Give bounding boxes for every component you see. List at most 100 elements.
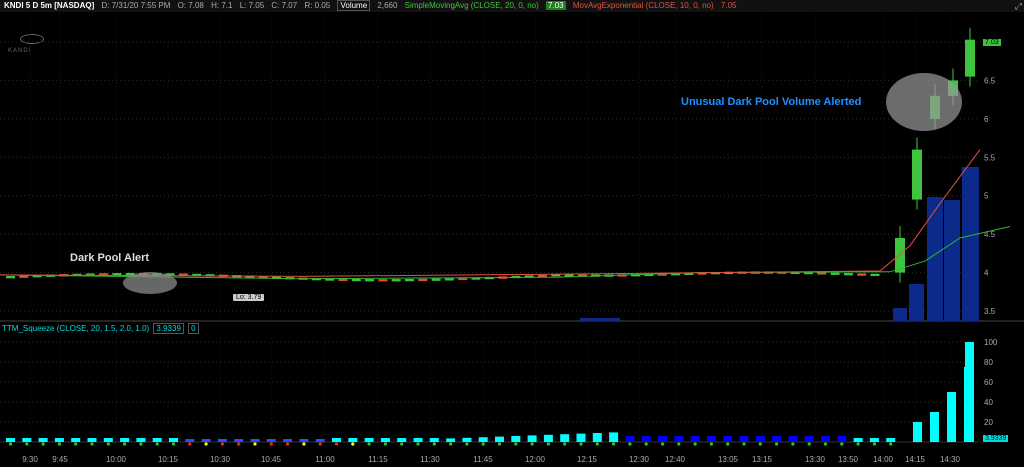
volume-bar xyxy=(909,284,924,321)
candle-down xyxy=(418,278,428,282)
maximize-icon[interactable]: ⤢ xyxy=(1015,0,1022,12)
squeeze-dot xyxy=(449,442,453,446)
squeeze-bar xyxy=(429,438,439,442)
squeeze-bar xyxy=(853,438,863,442)
time-axis-label: 13:15 xyxy=(751,455,773,464)
squeeze-bar xyxy=(543,434,553,442)
candle-up xyxy=(6,276,15,279)
candle-up xyxy=(870,273,880,277)
squeeze-dot xyxy=(889,442,893,446)
squeeze-axis-label: 20 xyxy=(984,418,993,427)
price-chart[interactable]: 76.565.554.543.5 xyxy=(0,12,1024,322)
volume-value: 2,660 xyxy=(377,1,398,10)
candle-up xyxy=(843,273,853,276)
price-axis-label: 6 xyxy=(984,115,989,124)
squeeze-dot xyxy=(237,442,241,446)
squeeze-axis-label: 40 xyxy=(984,398,993,407)
squeeze-bar xyxy=(641,436,651,442)
squeeze-dot xyxy=(514,442,518,446)
squeeze-bar xyxy=(886,438,896,442)
squeeze-bar xyxy=(234,439,244,442)
squeeze-dot xyxy=(693,442,697,446)
squeeze-bar xyxy=(136,438,146,442)
squeeze-dot xyxy=(188,442,192,446)
squeeze-bar xyxy=(869,438,879,442)
squeeze-study-header[interactable]: TTM_Squeeze (CLOSE, 20, 1.5, 2.0, 1.0) 3… xyxy=(2,323,199,334)
squeeze-bar xyxy=(22,438,32,442)
low-price-tag: Lo: 3.79 xyxy=(233,294,265,301)
squeeze-bar xyxy=(348,438,358,442)
candle-up xyxy=(391,279,401,282)
date-label: D: 7/31/20 7:55 PM xyxy=(101,1,171,10)
squeeze-bar xyxy=(103,438,113,442)
volume-bar xyxy=(962,167,979,321)
candle-up xyxy=(830,272,840,275)
squeeze-dot xyxy=(775,442,779,446)
squeeze-dot xyxy=(334,442,339,446)
candle-up xyxy=(444,278,454,281)
squeeze-chart[interactable]: 100 80 60 40 20 xyxy=(0,336,1024,453)
squeeze-bar xyxy=(609,432,619,442)
candle-down xyxy=(378,279,388,282)
squeeze-dot xyxy=(367,442,371,446)
ema-study-label[interactable]: MovAvgExponential (CLOSE, 10, 0, no) xyxy=(573,1,714,10)
squeeze-dot xyxy=(171,442,176,446)
volume-bar xyxy=(927,197,943,321)
squeeze-study-label[interactable]: TTM_Squeeze (CLOSE, 20, 1.5, 2.0, 1.0) xyxy=(2,324,149,333)
squeeze-dot xyxy=(90,442,94,446)
volume-study-label[interactable]: Volume xyxy=(337,0,371,11)
candle-up xyxy=(365,279,375,282)
squeeze-bar xyxy=(772,436,782,442)
sma-value: 7.03 xyxy=(546,1,566,10)
candle-down xyxy=(338,278,348,281)
time-axis-label: 14:15 xyxy=(904,455,926,464)
squeeze-dot xyxy=(351,442,355,446)
squeeze-axis-label: 60 xyxy=(984,378,993,387)
squeeze-dot xyxy=(139,442,143,446)
unusual-volume-annotation: Unusual Dark Pool Volume Alerted xyxy=(681,96,862,108)
candle-up xyxy=(431,278,441,281)
squeeze-bar xyxy=(380,438,390,442)
squeeze-bar xyxy=(690,436,700,442)
squeeze-bar xyxy=(283,439,293,442)
squeeze-bar xyxy=(299,439,309,442)
squeeze-bar xyxy=(38,438,48,442)
squeeze-bar xyxy=(266,439,276,442)
squeeze-bar xyxy=(837,436,847,442)
sma-study-label[interactable]: SimpleMovingAvg (CLOSE, 20, 0, no) xyxy=(405,1,539,10)
time-axis-label: 11:45 xyxy=(473,455,493,464)
candle-up xyxy=(912,149,922,200)
squeeze-bar xyxy=(54,438,64,442)
time-axis-label: 13:05 xyxy=(717,455,739,464)
volume-bar xyxy=(944,200,960,321)
time-axis-label: 10:45 xyxy=(260,455,282,464)
squeeze-bar xyxy=(965,342,974,442)
candle-down xyxy=(19,275,29,278)
squeeze-bar xyxy=(625,436,635,442)
squeeze-dot xyxy=(660,442,665,446)
time-axis-label: 13:50 xyxy=(837,455,859,464)
squeeze-bar xyxy=(397,438,407,442)
squeeze-bar xyxy=(930,412,939,442)
squeeze-bar xyxy=(364,438,374,442)
ema-value: 7.05 xyxy=(720,1,737,10)
squeeze-bar xyxy=(71,438,81,442)
candle-up xyxy=(965,39,975,77)
squeeze-bar xyxy=(755,436,765,442)
low-label: L: 7.05 xyxy=(239,1,265,10)
symbol-label[interactable]: KNDI 5 D 5m [NASDAQ] xyxy=(4,1,94,10)
price-axis-label: 5 xyxy=(984,192,989,201)
squeeze-dot xyxy=(563,442,567,446)
squeeze-bar xyxy=(947,392,956,442)
squeeze-dot xyxy=(579,442,583,446)
candle-up xyxy=(564,274,574,277)
volume-bar xyxy=(893,308,907,321)
squeeze-dot xyxy=(840,442,844,446)
squeeze-dot xyxy=(302,442,306,446)
squeeze-dot xyxy=(8,442,13,446)
time-axis-label: 12:00 xyxy=(524,455,546,464)
squeeze-bar xyxy=(804,436,814,442)
price-axis-label: 6.5 xyxy=(984,76,996,85)
squeeze-bar xyxy=(495,436,504,442)
squeeze-last-tag: 3.9339 xyxy=(983,435,1009,442)
